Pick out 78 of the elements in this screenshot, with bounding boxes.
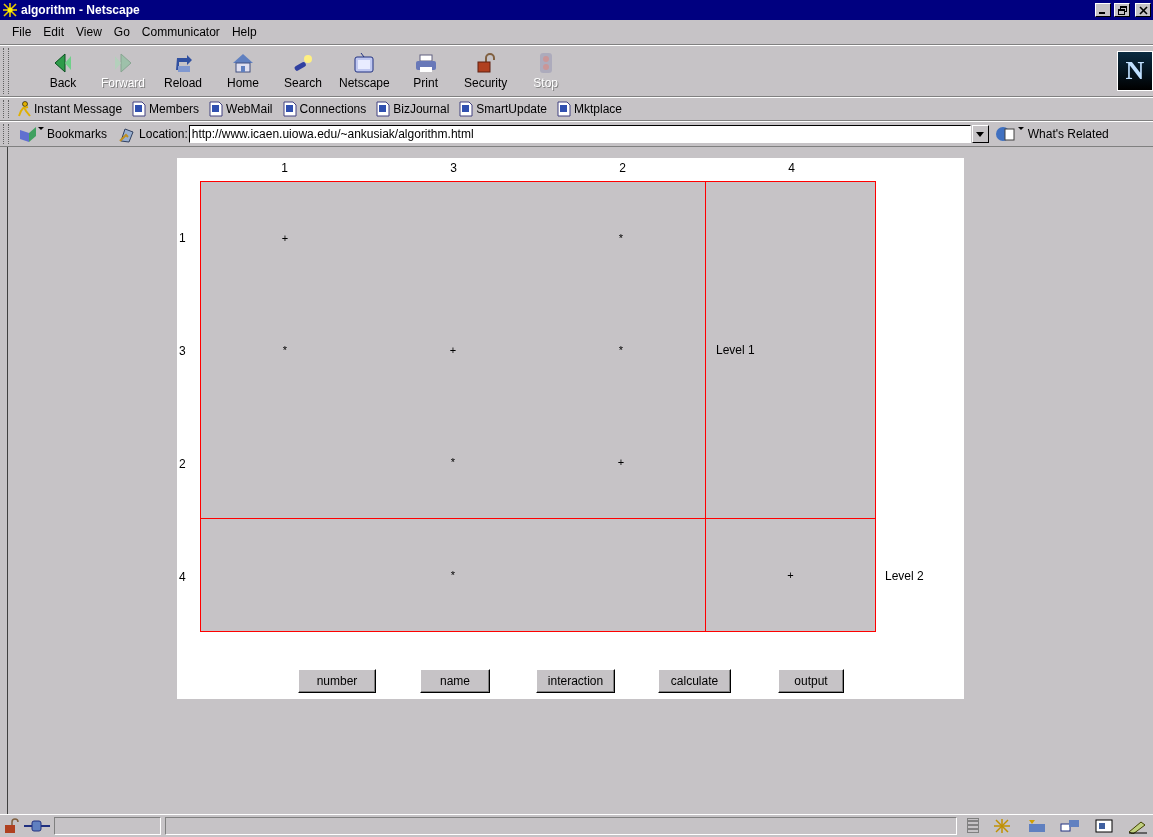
search-icon xyxy=(291,52,315,74)
matrix-cell: + xyxy=(787,569,794,581)
bookmark-button[interactable]: Mktplace xyxy=(552,101,628,117)
starburst-icon xyxy=(2,2,18,18)
close-icon xyxy=(1138,5,1148,15)
toolbar-button[interactable]: Home xyxy=(213,50,273,92)
menu-item[interactable]: Edit xyxy=(43,25,65,39)
matrix-cell: * xyxy=(450,456,456,468)
whats-related-button[interactable]: What's Related xyxy=(988,125,1114,143)
plug-icon xyxy=(24,819,50,833)
document-icon xyxy=(376,101,391,117)
matrix-cell: * xyxy=(618,344,624,356)
starburst-icon[interactable] xyxy=(991,818,1013,834)
list-icon xyxy=(967,818,979,834)
matrix-cell: + xyxy=(281,232,289,244)
matrix-cell: * xyxy=(282,344,288,356)
document-icon xyxy=(557,101,571,117)
bookmark-button[interactable]: Instant Message xyxy=(13,101,128,117)
menu-item[interactable]: Go xyxy=(113,25,130,39)
row-header: 1 xyxy=(178,230,187,245)
matrix-cell: * xyxy=(450,569,456,581)
url-field[interactable]: http://www.icaen.uiowa.edu/~ankusiak/algorithm.html xyxy=(188,125,971,143)
bookmark-button[interactable]: Members xyxy=(127,101,205,117)
menu-item[interactable]: Help xyxy=(231,25,257,39)
toolbar-button[interactable]: Back xyxy=(33,50,93,92)
menu-item[interactable]: File xyxy=(12,25,32,39)
document-icon xyxy=(282,101,297,117)
house-icon xyxy=(231,52,255,74)
document-icon xyxy=(132,101,147,117)
book-icon xyxy=(18,125,44,143)
bookmark-button[interactable]: BizJournal xyxy=(371,101,455,117)
bookmark-button[interactable]: SmartUpdate xyxy=(454,101,552,117)
restore-icon xyxy=(1117,5,1127,15)
column-header: 2 xyxy=(618,160,627,177)
close-button[interactable] xyxy=(1135,3,1151,17)
column-header: 3 xyxy=(449,160,458,177)
action-button[interactable]: calculate xyxy=(658,669,731,693)
window-title: algorithm - Netscape xyxy=(21,3,140,17)
padlock-icon xyxy=(4,818,20,834)
action-button[interactable]: interaction xyxy=(536,669,615,693)
menu-item[interactable]: Communicator xyxy=(141,25,220,39)
composer-icon[interactable] xyxy=(1093,818,1115,834)
toolbar-button[interactable]: Search xyxy=(273,50,333,92)
printer-icon xyxy=(413,52,438,74)
toolbar-button[interactable]: Print xyxy=(395,50,456,92)
restore-button[interactable] xyxy=(1114,3,1130,17)
column-header: 4 xyxy=(787,160,796,177)
action-button[interactable]: number xyxy=(298,669,376,693)
bookmark-button[interactable]: Connections xyxy=(277,101,372,117)
person-icon xyxy=(18,101,31,117)
menu-item[interactable]: View xyxy=(76,25,102,39)
row-header: 2 xyxy=(178,456,187,471)
bookmark-button[interactable]: WebMail xyxy=(204,101,278,117)
caret-icon xyxy=(976,131,985,137)
bookmarks-button[interactable]: Bookmarks xyxy=(13,125,113,143)
document-icon xyxy=(459,101,474,117)
matrix-cell: * xyxy=(618,232,624,244)
action-button[interactable]: output xyxy=(778,669,844,693)
tv-icon xyxy=(352,52,377,74)
toolbar-button[interactable]: Netscape xyxy=(333,50,396,92)
location-label: Location: xyxy=(139,127,188,141)
page-location-icon xyxy=(118,125,137,143)
globe-icon xyxy=(994,125,1025,143)
dropdown-button[interactable] xyxy=(971,125,989,143)
toolbar-button[interactable]: Security xyxy=(455,50,516,92)
logo-icon: N xyxy=(1117,51,1153,91)
matrix-cell: + xyxy=(617,456,625,468)
level-label: Level 2 xyxy=(885,568,924,583)
document-icon xyxy=(209,101,224,117)
row-header: 4 xyxy=(178,569,187,584)
row-header: 3 xyxy=(178,343,187,358)
matrix-cell: + xyxy=(449,344,457,356)
toolbar-button[interactable]: Reload xyxy=(153,50,213,92)
chat-icon[interactable] xyxy=(1059,818,1081,834)
action-button[interactable]: name xyxy=(420,669,490,693)
level-label: Level 1 xyxy=(716,343,755,357)
minimize-button[interactable] xyxy=(1095,3,1111,17)
column-header: 1 xyxy=(280,160,289,177)
